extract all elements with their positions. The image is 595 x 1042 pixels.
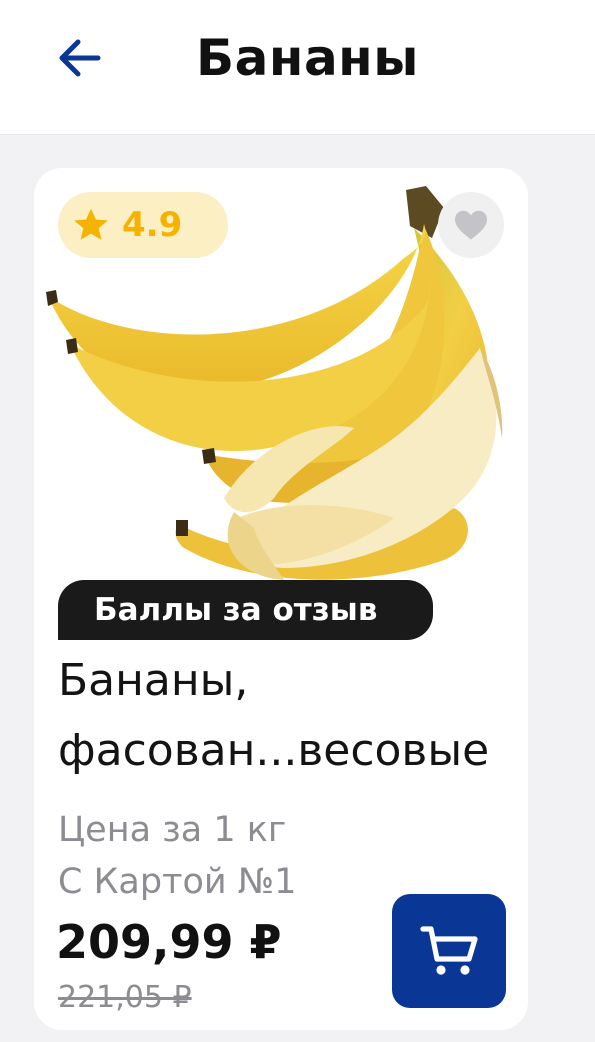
add-to-cart-button[interactable]: [392, 894, 506, 1008]
rating-value: 4.9: [122, 205, 183, 245]
price-unit-label: Цена за 1 кг: [58, 810, 287, 850]
product-name-line1: Бананы,: [58, 655, 249, 706]
page-title: Бананы: [196, 29, 419, 87]
old-price: 221,05 ₽: [58, 980, 192, 1015]
app-header: Бананы: [0, 0, 595, 135]
product-card[interactable]: 4.9 Баллы за отзыв Бананы, фасован...вес…: [34, 168, 528, 1030]
favorite-button[interactable]: [438, 192, 504, 258]
loyalty-card-label: С Картой №1: [58, 862, 297, 902]
rating-badge: 4.9: [58, 192, 228, 258]
heart-icon: [455, 210, 487, 240]
product-name-line2: фасован...весовые: [58, 725, 490, 776]
current-price: 209,99 ₽: [56, 915, 282, 969]
promo-label: Баллы за отзыв: [58, 580, 433, 640]
star-icon: [74, 208, 108, 240]
product-name: Бананы, фасован...весовые: [58, 646, 518, 786]
cart-icon: [420, 926, 478, 975]
